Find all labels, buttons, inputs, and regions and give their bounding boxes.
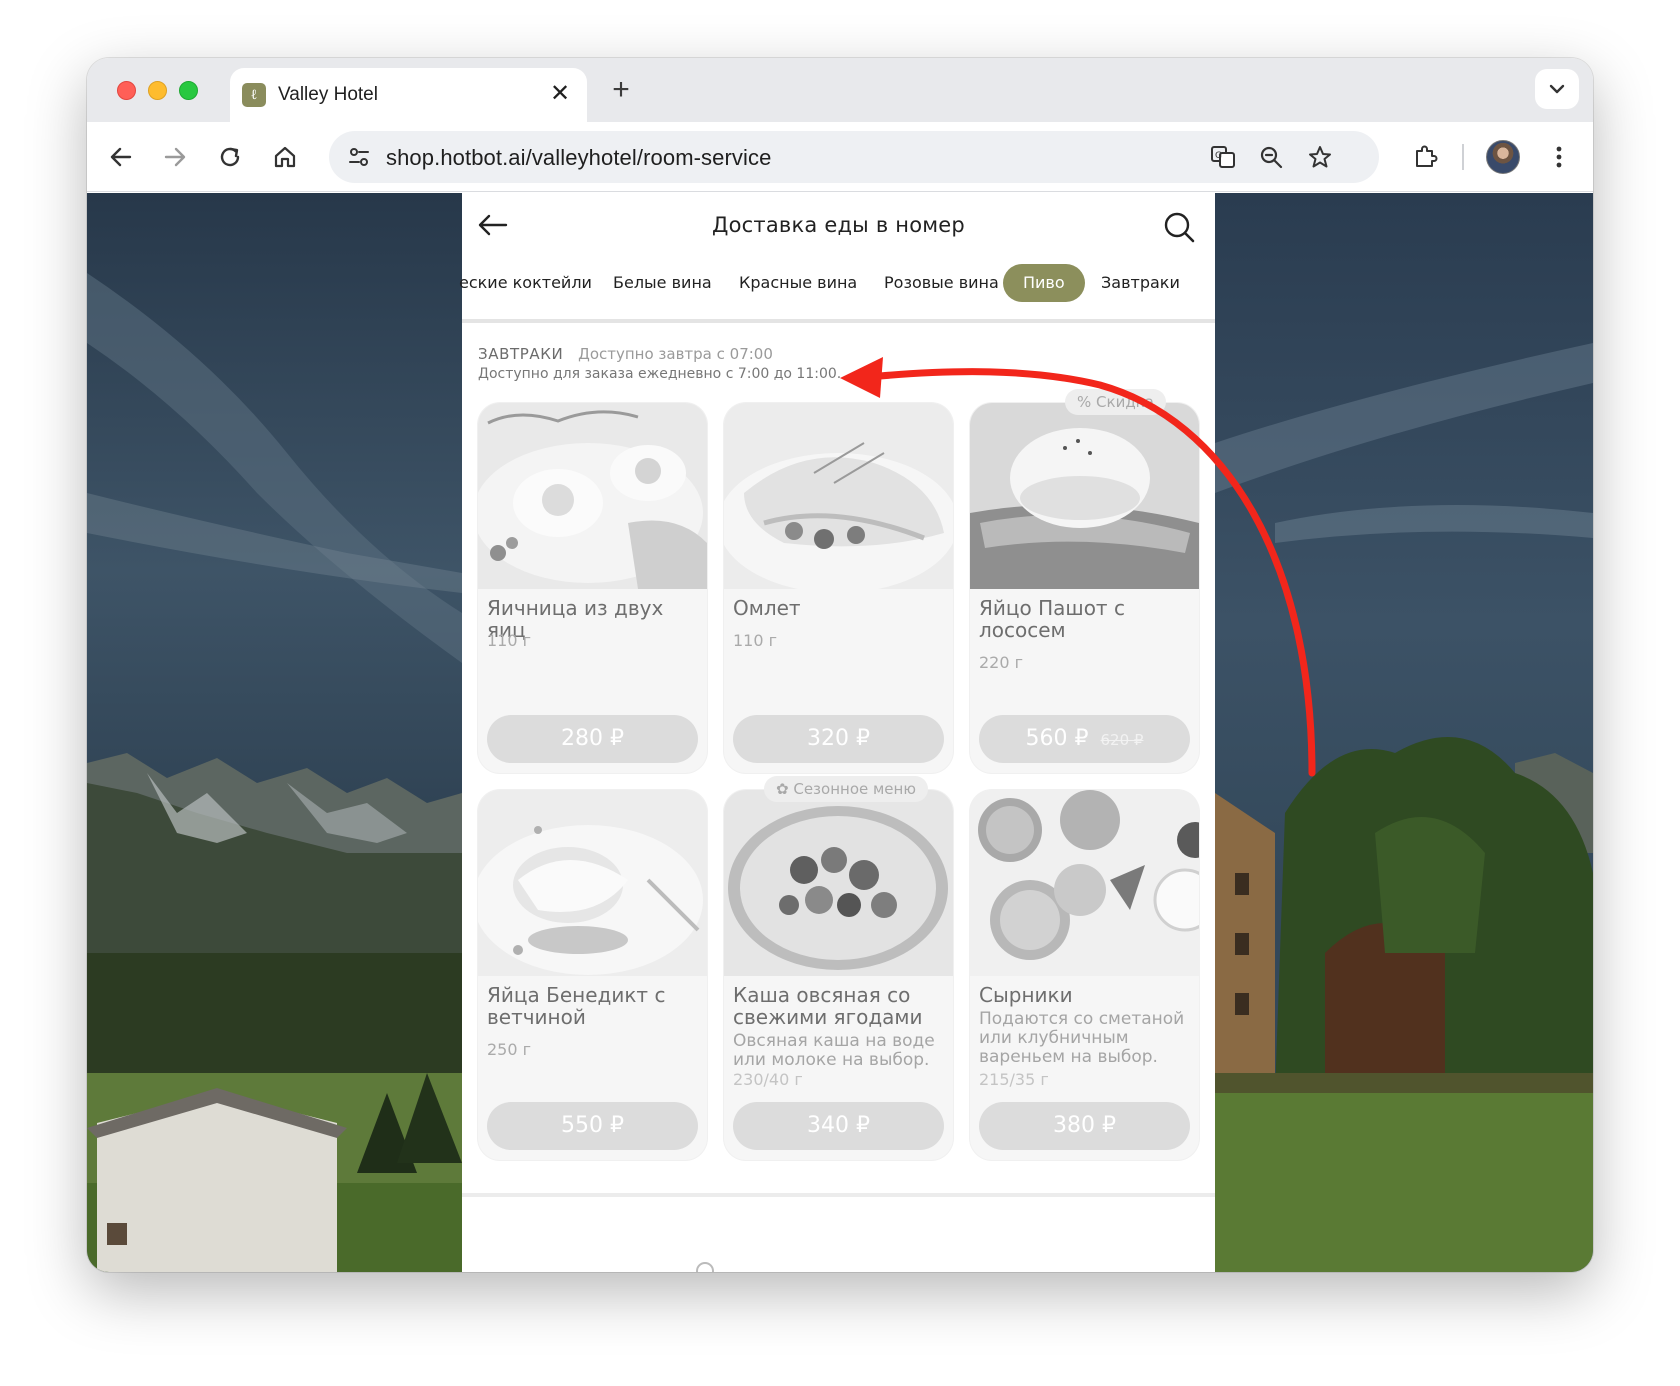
tab-title: Valley Hotel xyxy=(278,84,378,105)
close-window-button[interactable] xyxy=(117,81,136,100)
item-description: Подаются со сметаной или клубничным варе… xyxy=(979,1009,1185,1067)
price-old: 620 ₽ xyxy=(1100,731,1144,749)
section-divider xyxy=(462,1193,1215,1197)
section-heading: ЗАВТРАКИ Доступно завтра с 07:00 xyxy=(478,345,773,363)
tab-rose-wines[interactable]: Розовые вина xyxy=(884,264,999,302)
category-tabs: еские коктейли Белые вина Красные вина Р… xyxy=(459,264,1215,304)
menu-item-card[interactable]: Яйца Бенедикт с ветчиной 250 г 550 ₽ xyxy=(478,790,707,1160)
zoom-icon[interactable] xyxy=(1253,139,1289,175)
leaf-icon: ✿ xyxy=(776,780,794,798)
section-title: ЗАВТРАКИ xyxy=(478,345,564,363)
site-info-icon[interactable] xyxy=(341,139,377,175)
reload-icon xyxy=(220,147,240,167)
menu-item-card[interactable]: Яичница из двух яиц 110 г 280 ₽ xyxy=(478,403,707,773)
browser-tab-active[interactable]: ℓ Valley Hotel ✕ xyxy=(230,68,587,122)
puzzle-icon xyxy=(1416,145,1438,167)
item-photo-oatmeal xyxy=(724,790,953,976)
menu-item-card[interactable]: Яйцо Пашот с лососем 220 г 560 ₽ 620 ₽ xyxy=(970,403,1199,773)
price-button[interactable]: 550 ₽ xyxy=(487,1102,698,1150)
browser-window: ℓ Valley Hotel ✕ + shop.hotbot.ai/valley… xyxy=(87,58,1593,1272)
home-icon xyxy=(274,146,296,168)
menu-item-card[interactable]: Сырники Подаются со сметаной или клубнич… xyxy=(970,790,1199,1160)
item-name: Яйца Бенедикт с ветчиной xyxy=(487,983,666,1029)
price-button[interactable]: 560 ₽ 620 ₽ xyxy=(979,715,1190,763)
browser-menu-button[interactable] xyxy=(1541,139,1577,175)
home-button[interactable] xyxy=(267,139,303,175)
toolbar-divider xyxy=(1462,144,1464,170)
item-photo-eggs-benedict xyxy=(478,790,707,976)
item-weight: 250 г xyxy=(487,1040,532,1059)
tab-white-wines[interactable]: Белые вина xyxy=(613,264,712,302)
tab-close-icon[interactable]: ✕ xyxy=(545,79,575,109)
item-photo-poached-egg xyxy=(970,403,1199,589)
seasonal-badge: ✿ Сезонное меню xyxy=(764,776,928,802)
extensions-button[interactable] xyxy=(1407,139,1443,175)
percent-icon: % xyxy=(1077,393,1097,411)
tab-red-wines[interactable]: Красные вина xyxy=(739,264,857,302)
search-icon[interactable] xyxy=(1159,207,1199,247)
arrow-left-icon xyxy=(110,147,132,167)
panel-header: Доставка еды в номер еские коктейли Белы… xyxy=(459,193,1215,323)
item-photo-syrniki xyxy=(970,790,1199,976)
item-name: Каша овсяная со свежими ягодами xyxy=(733,983,923,1029)
scroll-indicator xyxy=(696,1262,714,1272)
item-name: Яйцо Пашот с лососем xyxy=(979,596,1125,642)
tab-search-button[interactable] xyxy=(1535,69,1579,109)
forward-button[interactable] xyxy=(157,139,193,175)
url-text: shop.hotbot.ai/valleyhotel/room-service xyxy=(386,145,772,170)
svg-text:G: G xyxy=(1215,151,1222,161)
browser-toolbar: shop.hotbot.ai/valleyhotel/room-service … xyxy=(87,122,1593,192)
item-photo-omelette xyxy=(724,403,953,589)
arrow-right-icon xyxy=(164,147,186,167)
minimize-window-button[interactable] xyxy=(148,81,167,100)
tab-breakfast[interactable]: Завтраки xyxy=(1101,264,1180,302)
item-weight: 230/40 г xyxy=(733,1070,803,1089)
page-viewport: Доставка еды в номер еские коктейли Белы… xyxy=(87,193,1593,1272)
price-button[interactable]: 280 ₽ xyxy=(487,715,698,763)
section-subtitle: Доступно для заказа ежедневно с 7:00 до … xyxy=(478,366,842,382)
section-availability: Доступно завтра с 07:00 xyxy=(578,345,773,363)
maximize-window-button[interactable] xyxy=(179,81,198,100)
profile-avatar[interactable] xyxy=(1486,140,1520,174)
menu-item-card[interactable]: Каша овсяная со свежими ягодами Овсяная … xyxy=(724,790,953,1160)
item-photo-fried-eggs xyxy=(478,403,707,589)
reload-button[interactable] xyxy=(212,139,248,175)
menu-item-card[interactable]: Омлет 110 г 320 ₽ xyxy=(724,403,953,773)
seasonal-badge-label: Сезонное меню xyxy=(793,780,916,798)
tab-strip: ℓ Valley Hotel ✕ + xyxy=(87,58,1593,122)
discount-badge: % Скидка xyxy=(1065,389,1166,415)
item-name: Омлет xyxy=(733,596,801,620)
discount-badge-label: Скидка xyxy=(1096,393,1154,411)
price-button[interactable]: 340 ₽ xyxy=(733,1102,944,1150)
new-tab-button[interactable]: + xyxy=(603,72,639,108)
bookmark-star-icon[interactable] xyxy=(1302,139,1338,175)
item-weight: 220 г xyxy=(979,653,1024,672)
background-landscape-right xyxy=(1215,193,1593,1272)
chevron-down-icon xyxy=(1549,84,1565,94)
translate-icon[interactable]: G xyxy=(1205,139,1241,175)
price-current: 560 ₽ xyxy=(1025,726,1089,751)
item-weight: 110 г xyxy=(487,631,532,650)
address-bar[interactable]: shop.hotbot.ai/valleyhotel/room-service … xyxy=(329,131,1379,183)
hotel-favicon-icon: ℓ xyxy=(242,83,266,107)
room-service-panel: Доставка еды в номер еские коктейли Белы… xyxy=(459,193,1215,1272)
item-name: Сырники xyxy=(979,983,1073,1007)
item-description: Овсяная каша на воде или молоке на выбор… xyxy=(733,1031,935,1070)
item-weight: 110 г xyxy=(733,631,778,650)
background-landscape-left xyxy=(87,193,462,1272)
tab-cocktails[interactable]: еские коктейли xyxy=(459,264,592,302)
tab-beer[interactable]: Пиво xyxy=(1003,264,1085,302)
more-vertical-icon xyxy=(1556,146,1562,168)
page-title: Доставка еды в номер xyxy=(712,213,965,237)
back-button[interactable] xyxy=(103,139,139,175)
price-button[interactable]: 320 ₽ xyxy=(733,715,944,763)
price-button[interactable]: 380 ₽ xyxy=(979,1102,1190,1150)
item-weight: 215/35 г xyxy=(979,1070,1049,1089)
